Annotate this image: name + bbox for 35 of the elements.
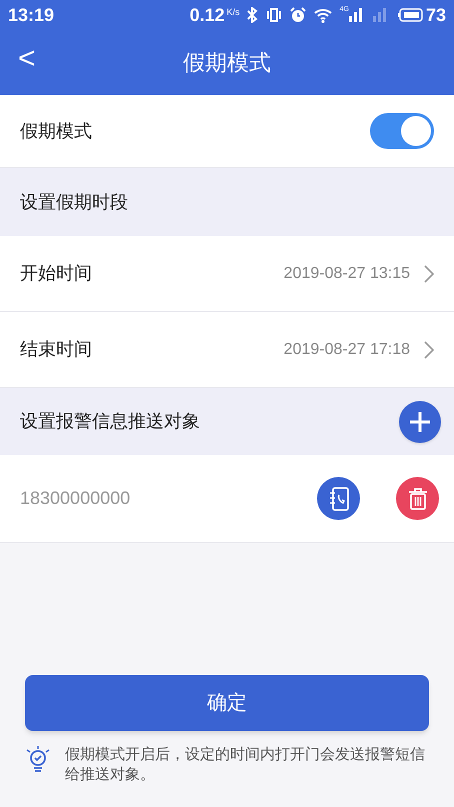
delete-button[interactable]: [396, 477, 439, 520]
alarm-icon: [290, 7, 306, 23]
time-value: 2019-08-27 17:18: [284, 340, 410, 360]
battery-icon: [396, 8, 423, 22]
speed-unit: K/s: [226, 6, 240, 19]
section-title: 设置报警信息推送对象: [20, 410, 200, 433]
signal-icon: [348, 8, 363, 22]
bluetooth-icon: [246, 7, 258, 23]
add-button[interactable]: [399, 400, 441, 442]
wifi-icon: [314, 8, 332, 22]
chevron-icon: [424, 264, 434, 282]
battery-level: 73: [426, 4, 446, 26]
status-time: 13:19: [8, 4, 54, 26]
hint-text: 假期模式开启后，设定的时间内打开门会发送报警短信给推送对象。: [65, 745, 426, 785]
signal-icon: [372, 8, 387, 22]
toggle-label: 假期模式: [20, 120, 92, 142]
time-label: 结束时间: [20, 338, 92, 361]
time-row[interactable]: 结束时间 2019-08-27 17:18: [0, 312, 454, 388]
plus-icon: [409, 410, 431, 432]
back-button[interactable]: <: [18, 44, 36, 74]
contacts-button[interactable]: [317, 477, 360, 520]
contact-book-icon: [328, 486, 350, 510]
time-label: 开始时间: [20, 262, 92, 285]
toggle-switch[interactable]: [370, 113, 434, 149]
page-title: 假期模式: [183, 49, 271, 77]
confirm-button[interactable]: 确定: [25, 675, 429, 731]
network-speed: 0.12: [190, 4, 225, 26]
phone-number: 18300000000: [20, 487, 130, 510]
time-row[interactable]: 开始时间 2019-08-27 13:15: [0, 236, 454, 312]
trash-icon: [408, 488, 428, 510]
section-title: 设置假期时段: [20, 190, 128, 214]
vibrate-icon: [266, 8, 282, 22]
chevron-icon: [424, 340, 434, 358]
lightbulb-icon: [25, 745, 51, 773]
time-value: 2019-08-27 13:15: [284, 264, 410, 284]
